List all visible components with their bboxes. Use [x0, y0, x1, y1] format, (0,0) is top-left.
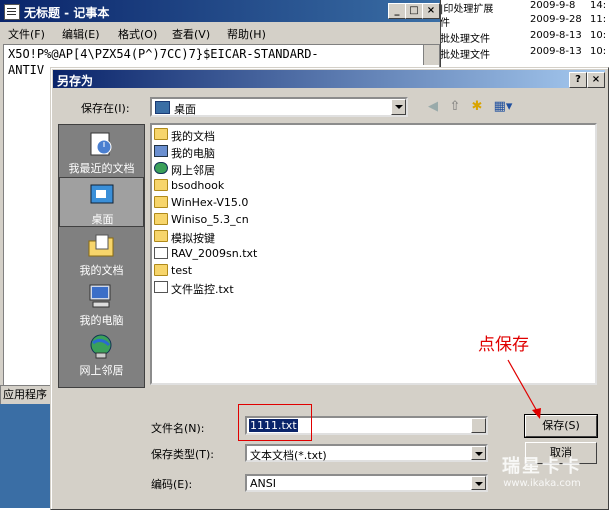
- menu-file[interactable]: 文件(F): [8, 26, 45, 42]
- desktop-icon: [88, 182, 116, 208]
- my-computer-icon: [87, 283, 115, 309]
- save-as-dialog: 另存为 ? × 保存在(I): 桌面 ◀ ⇧ ✱ ▦▾ 我最近的文档 桌面 我的…: [50, 67, 609, 510]
- place-label: 我的文档: [79, 264, 124, 277]
- file-name: |印处理扩展: [440, 4, 494, 15]
- file-name: 批处理文件: [440, 50, 490, 61]
- my-documents-icon: [87, 233, 115, 259]
- place-desktop[interactable]: 桌面: [59, 177, 144, 227]
- text-line: X5O!P%@AP[4\PZX54(P^)7CC)7}$EICAR-STANDA…: [8, 47, 319, 61]
- folder-shortcut-icon: [154, 264, 168, 276]
- folder-icon: [154, 213, 168, 225]
- file-date: 2009-9-28: [530, 14, 582, 25]
- encoding-value: ANSI: [250, 477, 276, 490]
- file-name: RAV_2009sn.txt: [171, 247, 258, 260]
- place-label: 网上邻居: [79, 364, 124, 377]
- desktop-icon: [155, 101, 170, 114]
- close-button[interactable]: ×: [422, 3, 440, 19]
- watermark-title: 瑞星卡卡: [502, 456, 582, 477]
- chevron-down-icon[interactable]: [471, 418, 486, 433]
- place-label: 桌面: [91, 213, 114, 226]
- dialog-title: 另存为: [57, 74, 94, 88]
- filetype-value: 文本文档(*.txt): [250, 449, 327, 462]
- filetype-label: 保存类型(T):: [151, 448, 215, 461]
- minimize-button[interactable]: _: [388, 3, 406, 19]
- close-button[interactable]: ×: [587, 72, 605, 88]
- annotation-arrow: [507, 359, 541, 419]
- places-bar: 我最近的文档 桌面 我的文档 我的电脑 网上邻居: [58, 124, 145, 388]
- new-folder-icon[interactable]: ✱: [467, 97, 487, 117]
- place-label: 我的电脑: [79, 314, 124, 327]
- list-item[interactable]: 批处理文件 2009-8-13 10:: [440, 30, 609, 45]
- menu-view[interactable]: 查看(V): [172, 26, 210, 42]
- place-my-documents[interactable]: 我的文档: [59, 229, 144, 279]
- notepad-icon: [4, 4, 20, 20]
- recent-documents-icon: [87, 131, 115, 157]
- filetype-dropdown[interactable]: 文本文档(*.txt): [245, 444, 488, 462]
- place-label: 我最近的文档: [68, 162, 135, 175]
- network-places-icon: [87, 333, 115, 359]
- save-in-dropdown[interactable]: 桌面: [150, 97, 408, 117]
- file-name: test: [171, 264, 193, 277]
- file-name: bsodhook: [171, 179, 225, 192]
- save-in-label: 保存在(I):: [81, 102, 130, 115]
- file-time: 10:: [590, 30, 607, 41]
- watermark-url: www.ikaka.com: [503, 478, 581, 489]
- place-recent-documents[interactable]: 我最近的文档: [59, 127, 144, 177]
- text-line: ANTIV: [8, 63, 45, 77]
- help-button[interactable]: ?: [569, 72, 587, 88]
- filename-label: 文件名(N):: [151, 422, 205, 435]
- place-network[interactable]: 网上邻居: [59, 329, 144, 379]
- menu-help[interactable]: 帮助(H): [227, 26, 266, 42]
- save-in-value: 桌面: [174, 103, 196, 116]
- view-menu-icon[interactable]: ▦▾: [493, 97, 513, 117]
- file-name: WinHex-V15.0: [171, 196, 249, 209]
- place-my-computer[interactable]: 我的电脑: [59, 279, 144, 329]
- folder-icon: [154, 179, 168, 191]
- back-icon[interactable]: ◀: [423, 97, 443, 117]
- file-name: 模拟按键: [171, 232, 215, 245]
- taskbar-label: 应用程序: [0, 385, 54, 405]
- encoding-dropdown[interactable]: ANSI: [245, 474, 488, 492]
- maximize-button[interactable]: □: [405, 3, 423, 19]
- file-name: 文件监控.txt: [171, 283, 234, 296]
- dialog-titlebar[interactable]: 另存为 ? ×: [53, 70, 605, 88]
- file-name: 网上邻居: [171, 164, 215, 177]
- background-file-list: |印处理扩展 2009-9-8 14: 件 2009-9-28 11: 批处理文…: [440, 0, 609, 70]
- file-time: 10:: [590, 46, 607, 57]
- file-date: 2009-9-8: [530, 0, 576, 11]
- file-name: 批处理文件: [440, 34, 490, 45]
- notepad-title: 无标题 - 记事本: [24, 6, 110, 20]
- file-date: 2009-8-13: [530, 30, 582, 41]
- file-time: 11:: [590, 14, 607, 25]
- chevron-down-icon[interactable]: [391, 99, 406, 115]
- list-item[interactable]: 件 2009-9-28 11:: [440, 14, 609, 29]
- desktop-background: [0, 404, 50, 508]
- scrollbar[interactable]: [423, 45, 439, 65]
- highlight-box: [238, 404, 312, 441]
- file-name: Winiso_5.3_cn: [171, 213, 249, 226]
- file-name: 我的电脑: [171, 147, 215, 160]
- file-date: 2009-8-13: [530, 46, 582, 57]
- notepad-titlebar[interactable]: 无标题 - 记事本 _ □ ×: [0, 0, 440, 22]
- computer-icon: [154, 145, 168, 157]
- up-folder-icon[interactable]: ⇧: [445, 97, 465, 117]
- notepad-menubar: 文件(F) 编辑(E) 格式(O) 查看(V) 帮助(H): [0, 23, 440, 43]
- network-icon: [154, 162, 168, 174]
- annotation-text: 点保存: [478, 335, 529, 355]
- my-documents-icon: [154, 128, 168, 140]
- text-file-icon: [154, 247, 168, 259]
- text-file-icon: [154, 281, 168, 293]
- file-time: 14:: [590, 0, 607, 11]
- folder-icon: [154, 230, 168, 242]
- menu-format[interactable]: 格式(O): [118, 26, 157, 42]
- list-item[interactable]: 批处理文件 2009-8-13 10:: [440, 46, 609, 61]
- file-name: 件: [440, 18, 450, 29]
- list-item[interactable]: |印处理扩展 2009-9-8 14:: [440, 0, 609, 15]
- file-name: 我的文档: [171, 130, 215, 143]
- file-list[interactable]: 我的文档 我的电脑 网上邻居 bsodhook WinHex-V15.0 Win…: [150, 123, 597, 385]
- folder-icon: [154, 196, 168, 208]
- watermark: 瑞星卡卡 www.ikaka.com: [478, 452, 606, 504]
- encoding-label: 编码(E):: [151, 478, 193, 491]
- menu-edit[interactable]: 编辑(E): [62, 26, 100, 42]
